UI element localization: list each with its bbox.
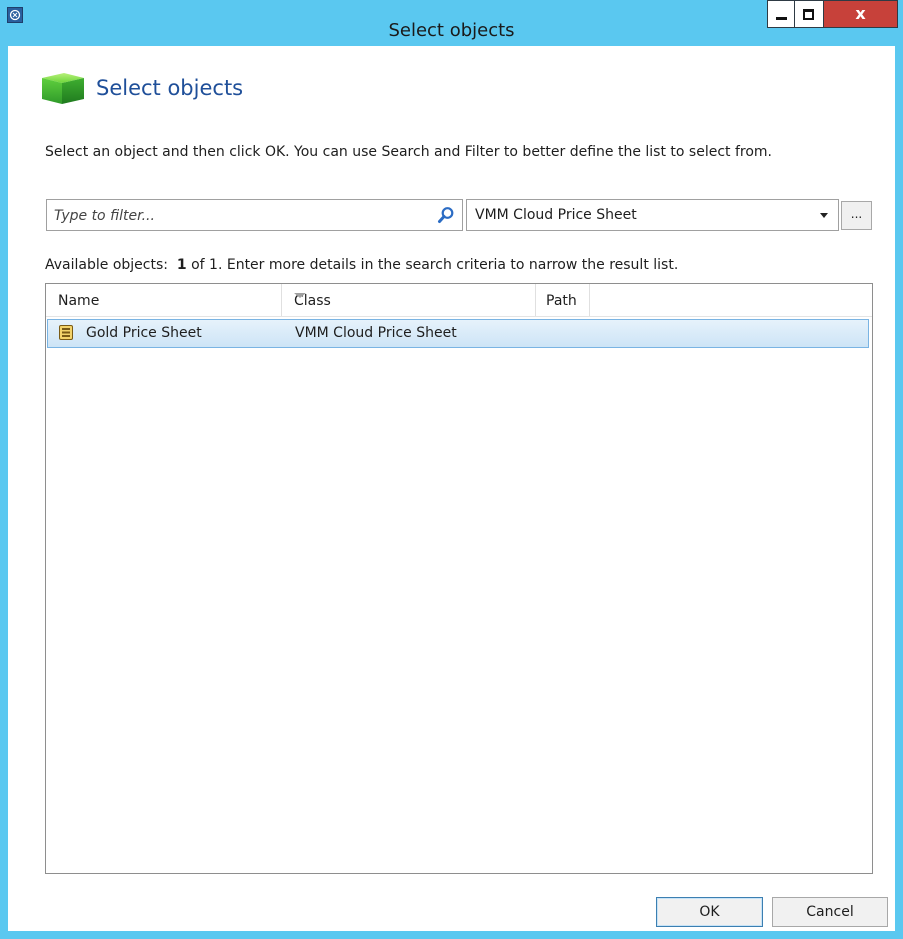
chevron-down-icon (820, 213, 828, 218)
row-class-cell: VMM Cloud Price Sheet (295, 325, 457, 341)
filter-input[interactable] (52, 203, 426, 229)
column-header-class[interactable]: Class (282, 284, 536, 316)
minimize-button[interactable] (767, 0, 795, 28)
cancel-button[interactable]: Cancel (772, 897, 888, 927)
ok-button[interactable]: OK (656, 897, 763, 927)
filter-field[interactable] (46, 199, 463, 231)
list-header: Name Class Path (46, 284, 872, 317)
cube-icon (38, 70, 88, 106)
select-objects-window: Select objects x Select objects Select a… (0, 0, 903, 939)
column-header-name-label: Name (58, 293, 100, 309)
row-name-cell: Gold Price Sheet (86, 325, 202, 341)
instructions-text: Select an object and then click OK. You … (45, 144, 773, 160)
sort-descending-icon (294, 293, 306, 298)
browse-class-button[interactable]: ... (841, 201, 872, 230)
class-dropdown-value: VMM Cloud Price Sheet (475, 207, 637, 223)
column-header-path[interactable]: Path (536, 284, 590, 316)
available-prefix: Available objects: (45, 257, 168, 273)
close-icon: x (855, 4, 866, 23)
column-header-path-label: Path (546, 293, 577, 309)
maximize-button[interactable] (795, 0, 824, 28)
dialog-body: Select objects Select an object and then… (8, 46, 895, 931)
dialog-footer: OK Cancel (8, 885, 895, 931)
page-title: Select objects (96, 76, 244, 100)
close-button[interactable]: x (824, 0, 898, 28)
class-dropdown[interactable]: VMM Cloud Price Sheet (466, 199, 839, 231)
column-header-name[interactable]: Name (46, 284, 282, 316)
search-icon[interactable] (437, 206, 455, 224)
title-bar[interactable]: Select objects x (0, 0, 903, 46)
table-row[interactable]: Gold Price Sheet VMM Cloud Price Sheet (47, 319, 869, 348)
price-sheet-icon (59, 325, 73, 340)
objects-list[interactable]: Name Class Path Gold Price Sheet VMM Clo… (45, 283, 873, 874)
available-objects-text: Available objects: 1 of 1. Enter more de… (45, 257, 678, 273)
available-count: 1 (176, 257, 187, 273)
available-suffix: of 1. Enter more details in the search c… (191, 257, 679, 273)
